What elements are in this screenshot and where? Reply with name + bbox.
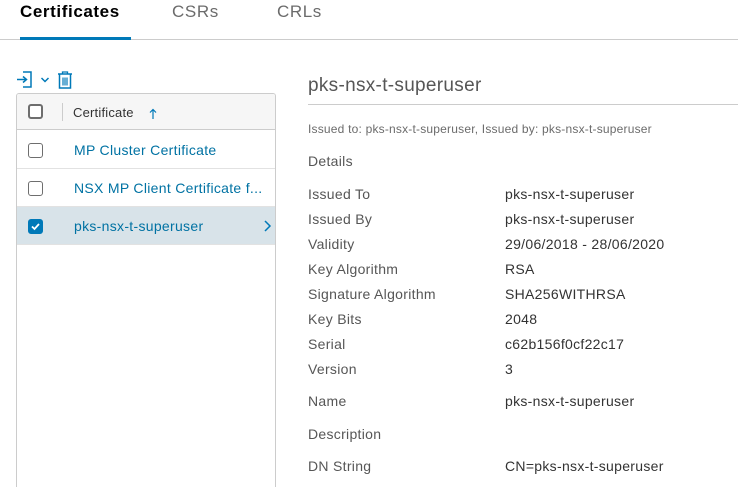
field-value-version: 3 xyxy=(505,361,514,377)
row-checkbox-checked[interactable] xyxy=(28,219,43,234)
field-label-version: Version xyxy=(308,361,357,377)
row-checkbox[interactable] xyxy=(28,143,43,158)
field-value-issued-by: pks-nsx-t-superuser xyxy=(505,211,635,227)
column-separator xyxy=(62,103,63,121)
certificate-link[interactable]: pks-nsx-t-superuser xyxy=(74,218,203,234)
row-checkbox[interactable] xyxy=(28,181,43,196)
import-icon[interactable] xyxy=(16,70,34,90)
detail-title: pks-nsx-t-superuser xyxy=(308,75,482,96)
table-row[interactable]: MP Cluster Certificate xyxy=(17,131,275,169)
field-label-validity: Validity xyxy=(308,236,355,252)
certificate-grid: Certificate MP Cluster Certificate NSX M… xyxy=(16,93,276,487)
field-value-key-bits: 2048 xyxy=(505,311,538,327)
field-label-key-bits: Key Bits xyxy=(308,311,362,327)
trash-icon[interactable] xyxy=(56,70,74,90)
field-label-name: Name xyxy=(308,393,347,409)
field-value-dn-string: CN=pks-nsx-t-superuser xyxy=(505,458,664,474)
field-label-serial: Serial xyxy=(308,336,346,352)
tab-csrs[interactable]: CSRs xyxy=(172,2,219,40)
certificate-link[interactable]: NSX MP Client Certificate f... xyxy=(74,180,262,196)
field-value-signature-algorithm: SHA256WITHRSA xyxy=(505,286,626,302)
field-value-issued-to: pks-nsx-t-superuser xyxy=(505,186,635,202)
section-heading-details: Details xyxy=(308,153,353,169)
select-all-checkbox[interactable] xyxy=(28,104,43,119)
field-label-signature-algorithm: Signature Algorithm xyxy=(308,286,436,302)
field-value-serial: c62b156f0cf22c17 xyxy=(505,336,625,352)
tab-bar: Certificates CSRs CRLs xyxy=(0,0,738,40)
checkmark-icon xyxy=(31,223,40,231)
chevron-down-icon[interactable] xyxy=(39,73,51,85)
tab-certificates[interactable]: Certificates xyxy=(20,2,131,40)
certificate-link[interactable]: MP Cluster Certificate xyxy=(74,142,217,158)
table-row-selected[interactable]: pks-nsx-t-superuser xyxy=(17,207,275,245)
arrow-up-icon[interactable] xyxy=(148,107,158,119)
field-label-description: Description xyxy=(308,426,382,442)
grid-header: Certificate xyxy=(17,94,275,130)
field-value-name: pks-nsx-t-superuser xyxy=(505,393,635,409)
field-label-issued-to: Issued To xyxy=(308,186,371,202)
field-value-key-algorithm: RSA xyxy=(505,261,535,277)
issued-summary: Issued to: pks-nsx-t-superuser, Issued b… xyxy=(308,122,652,136)
chevron-right-icon[interactable] xyxy=(263,219,272,233)
field-label-key-algorithm: Key Algorithm xyxy=(308,261,399,277)
divider xyxy=(308,104,738,105)
field-label-dn-string: DN String xyxy=(308,458,372,474)
field-value-validity: 29/06/2018 - 28/06/2020 xyxy=(505,236,665,252)
table-row[interactable]: NSX MP Client Certificate f... xyxy=(17,169,275,207)
field-label-issued-by: Issued By xyxy=(308,211,373,227)
tab-crls[interactable]: CRLs xyxy=(277,2,322,40)
column-header-certificate[interactable]: Certificate xyxy=(73,105,134,120)
